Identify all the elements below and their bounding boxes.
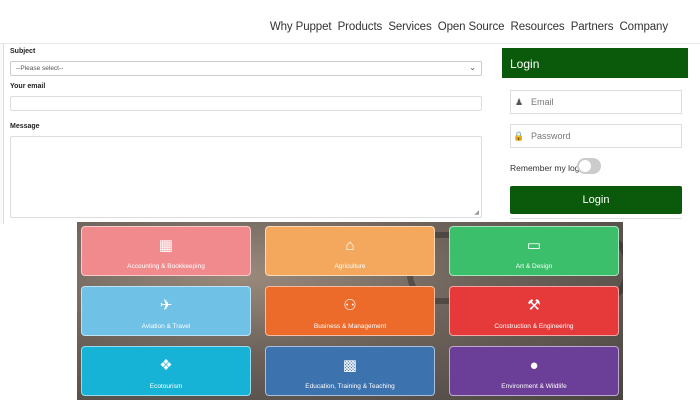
- lock-icon: 🔒: [513, 131, 525, 141]
- category-tile-aviation[interactable]: ✈ Aviation & Travel: [81, 286, 251, 336]
- subject-label: Subject: [10, 48, 36, 55]
- nav-resources[interactable]: Resources: [511, 21, 565, 33]
- subject-select-value: --Please select--: [16, 65, 64, 72]
- category-tile-accounting[interactable]: ▦ Accounting & Bookkeeping: [81, 226, 251, 276]
- nav-products[interactable]: Products: [338, 21, 383, 33]
- map-icon: ❖: [159, 357, 173, 374]
- login-title: Login: [502, 48, 688, 78]
- category-label: Education, Training & Teaching: [305, 383, 395, 390]
- user-icon: ♟: [514, 97, 524, 107]
- category-tile-ecotourism[interactable]: ❖ Ecotourism: [81, 346, 251, 396]
- login-password-placeholder: Password: [531, 131, 571, 141]
- category-tile-environment[interactable]: ● Environment & Wildlife: [449, 346, 619, 396]
- left-edge-divider: [0, 44, 4, 224]
- remember-label: Remember my login: [510, 163, 587, 173]
- category-label: Aviation & Travel: [141, 323, 191, 330]
- message-label: Message: [10, 123, 40, 130]
- nav-company[interactable]: Company: [619, 21, 668, 33]
- remember-toggle[interactable]: [577, 158, 601, 174]
- login-panel: Login ♟ Email 🔒 Password Remember my log…: [502, 48, 688, 224]
- message-textarea[interactable]: ◢: [10, 136, 482, 218]
- category-label: Art & Design: [515, 263, 553, 270]
- subject-select[interactable]: --Please select-- ⌄: [10, 61, 482, 76]
- resize-handle-icon[interactable]: ◢: [474, 209, 479, 216]
- login-button[interactable]: Login: [510, 186, 682, 214]
- top-navigation-bar: Why Puppet Products Services Open Source…: [0, 0, 700, 44]
- airplane-icon: ✈: [159, 297, 173, 314]
- contact-form: Subject --Please select-- ⌄ Your email M…: [10, 48, 484, 218]
- category-tile-business[interactable]: ⚇ Business & Management: [265, 286, 435, 336]
- category-label: Business & Management: [313, 323, 387, 330]
- calculator-icon: ▦: [158, 237, 174, 254]
- monitor-icon: ▭: [526, 237, 542, 254]
- email-field[interactable]: [10, 96, 482, 111]
- category-tile-education[interactable]: ▩ Education, Training & Teaching: [265, 346, 435, 396]
- category-tile-construction[interactable]: ⚒ Construction & Engineering: [449, 286, 619, 336]
- category-label: Construction & Engineering: [494, 323, 574, 330]
- category-tile-agriculture[interactable]: ⌂ Agriculture: [265, 226, 435, 276]
- barn-icon: ⌂: [345, 237, 355, 254]
- category-label: Ecotourism: [149, 383, 183, 390]
- globe-icon: ●: [529, 357, 539, 374]
- chevron-down-icon: ⌄: [469, 63, 476, 72]
- nav-open-source[interactable]: Open Source: [438, 21, 505, 33]
- category-label: Environment & Wildlife: [501, 383, 567, 390]
- nav-partners[interactable]: Partners: [571, 21, 614, 33]
- toggle-knob: [579, 160, 591, 172]
- team-chart-icon: ⚇: [343, 297, 357, 314]
- presentation-icon: ▩: [342, 357, 358, 374]
- email-label: Your email: [10, 83, 46, 90]
- category-grid: ▦ Accounting & Bookkeeping ⌂ Agriculture…: [77, 222, 623, 400]
- category-label: Accounting & Bookkeeping: [127, 263, 205, 270]
- nav-services[interactable]: Services: [388, 21, 431, 33]
- hammer-icon: ⚒: [527, 297, 541, 314]
- login-password-field[interactable]: 🔒 Password: [510, 124, 682, 148]
- main-nav: Why Puppet Products Services Open Source…: [267, 21, 668, 33]
- login-email-placeholder: Email: [531, 97, 554, 107]
- category-label: Agriculture: [334, 263, 366, 270]
- login-email-field[interactable]: ♟ Email: [510, 90, 682, 114]
- category-tile-art-design[interactable]: ▭ Art & Design: [449, 226, 619, 276]
- nav-why-puppet[interactable]: Why Puppet: [270, 21, 332, 33]
